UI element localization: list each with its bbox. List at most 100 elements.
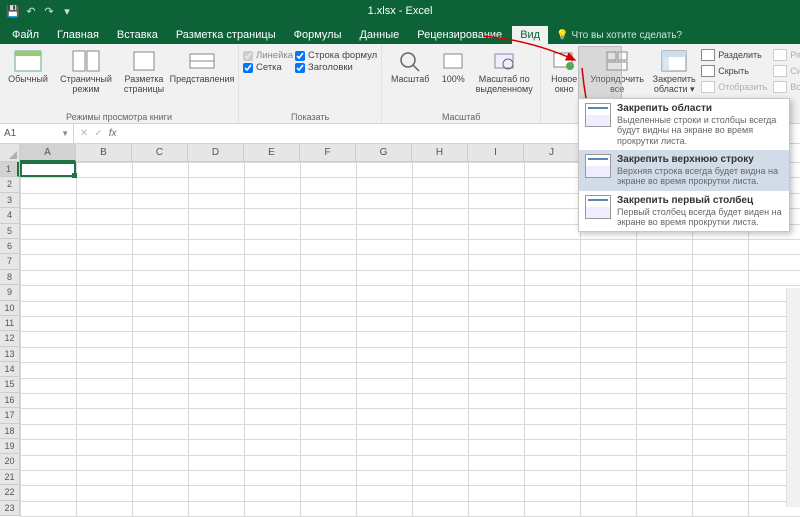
row-header-6[interactable]: 6 bbox=[0, 239, 19, 254]
column-header-C[interactable]: C bbox=[132, 144, 188, 162]
row-header-12[interactable]: 12 bbox=[0, 331, 19, 346]
hide-button[interactable]: Скрыть bbox=[699, 64, 769, 78]
page-break-icon bbox=[72, 48, 100, 74]
row-header-8[interactable]: 8 bbox=[0, 270, 19, 285]
zoom-icon bbox=[396, 48, 424, 74]
column-header-H[interactable]: H bbox=[412, 144, 468, 162]
tab-data[interactable]: Данные bbox=[351, 26, 407, 44]
redo-icon[interactable]: ↷ bbox=[42, 4, 56, 18]
quick-access-toolbar: 💾 ↶ ↷ ▾ bbox=[0, 4, 74, 18]
tab-page-layout[interactable]: Разметка страницы bbox=[168, 26, 284, 44]
name-box[interactable]: A1 ▼ bbox=[0, 124, 74, 143]
ruler-checkbox: Линейка bbox=[243, 50, 293, 61]
column-header-J[interactable]: J bbox=[524, 144, 580, 162]
hide-icon bbox=[701, 65, 715, 77]
side-by-side-icon bbox=[773, 49, 787, 61]
group-label-views: Режимы просмотра книги bbox=[4, 112, 234, 123]
enter-icon: ✓ bbox=[94, 128, 102, 139]
freeze-top-row-item[interactable]: Закрепить верхнюю строку Верхняя строка … bbox=[579, 150, 789, 191]
tell-me[interactable]: 💡 Что вы хотите сделать? bbox=[556, 30, 682, 44]
headings-checkbox[interactable]: Заголовки bbox=[295, 62, 377, 73]
row-header-7[interactable]: 7 bbox=[0, 254, 19, 269]
normal-view-icon bbox=[14, 48, 42, 74]
tab-file[interactable]: Файл bbox=[4, 26, 47, 44]
fx-icon[interactable]: fx bbox=[109, 128, 117, 139]
reset-position-button: Восстановить расположение bbox=[771, 80, 800, 94]
reset-pos-icon bbox=[773, 81, 787, 93]
row-header-18[interactable]: 18 bbox=[0, 424, 19, 439]
row-header-20[interactable]: 20 bbox=[0, 454, 19, 469]
row-header-5[interactable]: 5 bbox=[0, 224, 19, 239]
normal-view-button[interactable]: Обычный bbox=[4, 46, 52, 87]
column-header-A[interactable]: A bbox=[20, 144, 76, 162]
tab-insert[interactable]: Вставка bbox=[109, 26, 166, 44]
row-header-9[interactable]: 9 bbox=[0, 285, 19, 300]
group-show: Линейка Сетка Строка формул Заголовки По… bbox=[239, 44, 382, 123]
selected-cell[interactable] bbox=[20, 162, 76, 177]
row-header-1[interactable]: 1 bbox=[0, 162, 19, 177]
zoom-selection-icon bbox=[490, 48, 518, 74]
gridlines-checkbox[interactable]: Сетка bbox=[243, 62, 293, 73]
row-header-22[interactable]: 22 bbox=[0, 485, 19, 500]
row-header-16[interactable]: 16 bbox=[0, 393, 19, 408]
freeze-panes-item[interactable]: Закрепить области Выделенные строки и ст… bbox=[579, 99, 789, 150]
freeze-panes-icon bbox=[660, 48, 688, 74]
freeze-first-column-item[interactable]: Закрепить первый столбец Первый столбец … bbox=[579, 191, 789, 232]
column-header-G[interactable]: G bbox=[356, 144, 412, 162]
row-header-10[interactable]: 10 bbox=[0, 301, 19, 316]
vertical-scrollbar[interactable] bbox=[786, 288, 800, 507]
column-header-I[interactable]: I bbox=[468, 144, 524, 162]
split-icon bbox=[701, 49, 715, 61]
column-header-B[interactable]: B bbox=[76, 144, 132, 162]
row-header-14[interactable]: 14 bbox=[0, 362, 19, 377]
zoom-button[interactable]: Масштаб bbox=[386, 46, 434, 87]
group-label-zoom: Масштаб bbox=[386, 112, 536, 123]
name-box-dropdown-icon[interactable]: ▼ bbox=[61, 129, 69, 138]
row-header-17[interactable]: 17 bbox=[0, 408, 19, 423]
column-header-E[interactable]: E bbox=[244, 144, 300, 162]
undo-icon[interactable]: ↶ bbox=[24, 4, 38, 18]
column-header-D[interactable]: D bbox=[188, 144, 244, 162]
group-zoom: Масштаб 100% Масштаб по выделенному Масш… bbox=[382, 44, 541, 123]
page-break-button[interactable]: Страничный режим bbox=[54, 46, 118, 97]
row-header-15[interactable]: 15 bbox=[0, 377, 19, 392]
sync-scroll-button: Синхронная прокрутка bbox=[771, 64, 800, 78]
freeze-first-col-icon bbox=[585, 195, 611, 219]
group-label-show: Показать bbox=[243, 112, 377, 123]
row-header-21[interactable]: 21 bbox=[0, 470, 19, 485]
row-header-23[interactable]: 23 bbox=[0, 501, 19, 516]
select-all-corner[interactable] bbox=[0, 144, 20, 162]
page-layout-button[interactable]: Разметка страницы bbox=[120, 46, 168, 97]
freeze-panes-item-icon bbox=[585, 103, 611, 127]
title-bar: 💾 ↶ ↷ ▾ 1.xlsx - Excel bbox=[0, 0, 800, 22]
custom-views-button[interactable]: Представления bbox=[170, 46, 234, 87]
row-header-2[interactable]: 2 bbox=[0, 177, 19, 192]
unhide-icon bbox=[701, 81, 715, 93]
column-header-F[interactable]: F bbox=[300, 144, 356, 162]
freeze-panes-menu: Закрепить области Выделенные строки и ст… bbox=[578, 98, 790, 232]
row-headers[interactable]: 1234567891011121314151617181920212223 bbox=[0, 162, 20, 516]
row-header-3[interactable]: 3 bbox=[0, 193, 19, 208]
tab-view[interactable]: Вид bbox=[512, 26, 548, 44]
tell-me-label: Что вы хотите сделать? bbox=[572, 30, 683, 41]
row-header-13[interactable]: 13 bbox=[0, 347, 19, 362]
row-header-11[interactable]: 11 bbox=[0, 316, 19, 331]
formula-buttons: ✕ ✓ fx bbox=[74, 128, 123, 139]
custom-views-icon bbox=[188, 48, 216, 74]
sync-scroll-icon bbox=[773, 65, 787, 77]
freeze-panes-button[interactable]: Закрепить области ▾ bbox=[651, 46, 697, 97]
formula-bar-checkbox[interactable]: Строка формул bbox=[295, 50, 377, 61]
tab-home[interactable]: Главная bbox=[49, 26, 107, 44]
name-box-value: A1 bbox=[4, 128, 16, 139]
qat-dropdown-icon[interactable]: ▾ bbox=[60, 4, 74, 18]
row-header-4[interactable]: 4 bbox=[0, 208, 19, 223]
split-button[interactable]: Разделить bbox=[699, 48, 769, 62]
save-icon[interactable]: 💾 bbox=[6, 4, 20, 18]
row-header-19[interactable]: 19 bbox=[0, 439, 19, 454]
tab-formulas[interactable]: Формулы bbox=[286, 26, 350, 44]
zoom-100-button[interactable]: 100% bbox=[436, 46, 470, 87]
tab-review[interactable]: Рецензирование bbox=[409, 26, 510, 44]
page-layout-icon bbox=[130, 48, 158, 74]
window-title: 1.xlsx - Excel bbox=[368, 5, 433, 17]
zoom-selection-button[interactable]: Масштаб по выделенному bbox=[472, 46, 536, 97]
